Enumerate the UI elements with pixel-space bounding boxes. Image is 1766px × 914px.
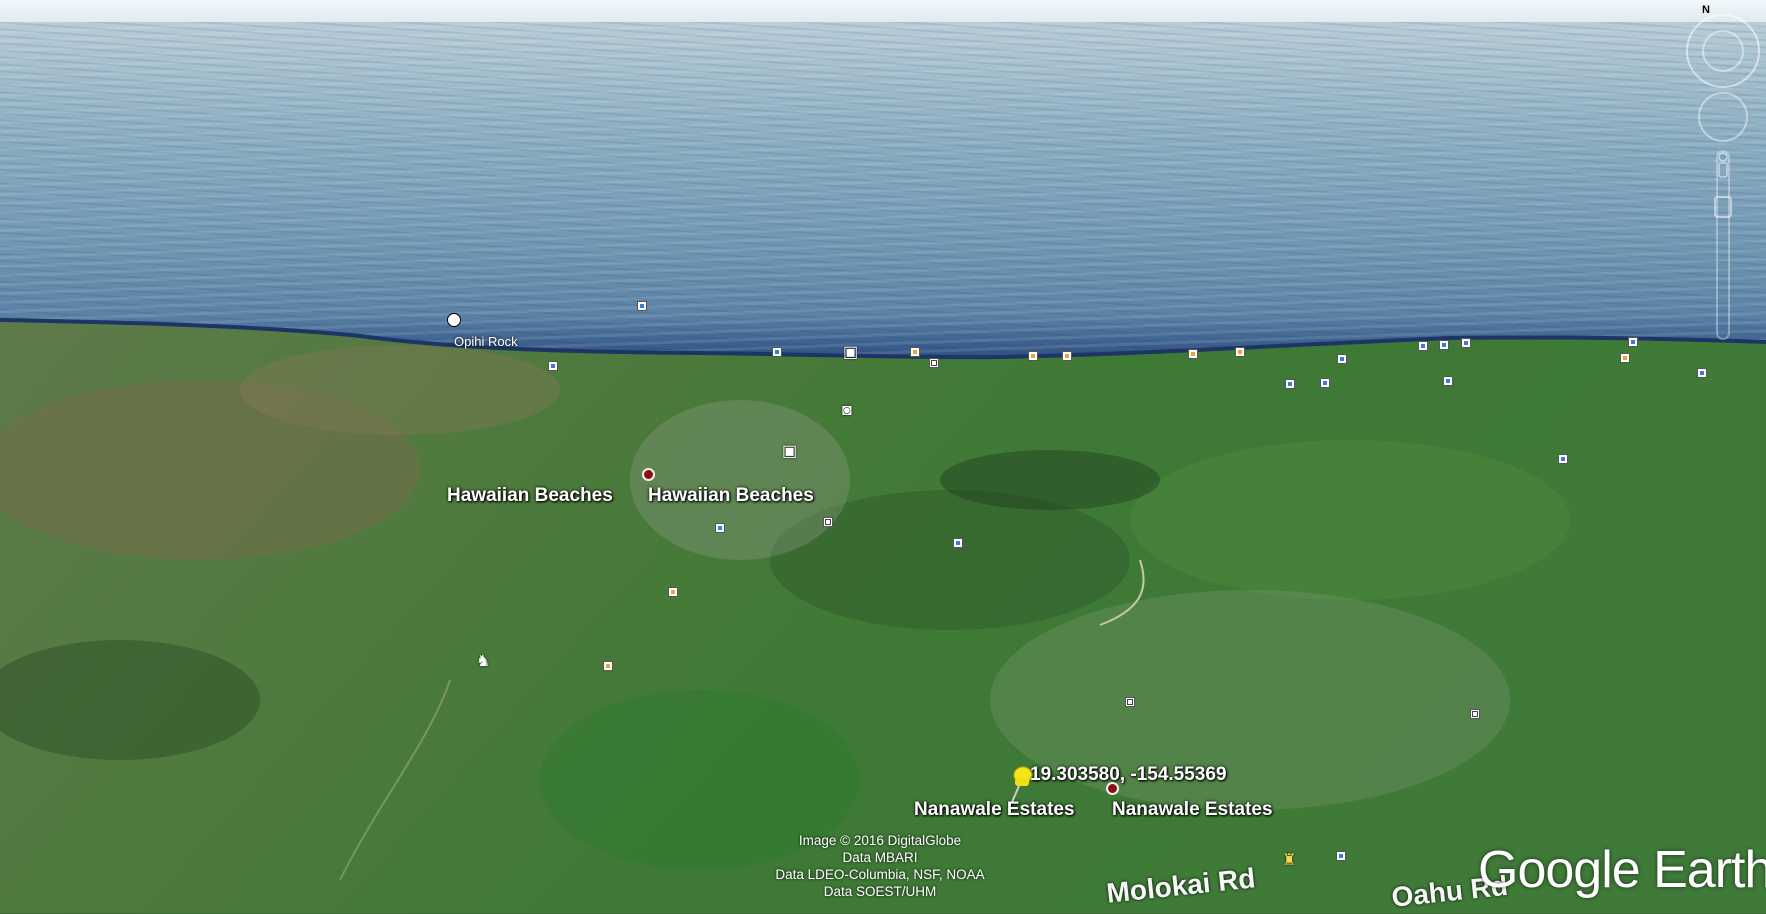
lava-field: [240, 345, 560, 435]
google-earth-logo: Google Earth: [1478, 841, 1766, 899]
poi-icon[interactable]: [929, 358, 939, 368]
zoom-slider-handle[interactable]: [1714, 196, 1732, 218]
north-indicator[interactable]: N: [1702, 4, 1710, 16]
landmark-icon[interactable]: [447, 313, 461, 327]
poi-icon[interactable]: [1697, 368, 1707, 378]
poi-icon[interactable]: [1470, 709, 1480, 719]
poi-icon[interactable]: [548, 361, 558, 371]
imagery-attribution: Image © 2016 DigitalGlobe Data MBARI Dat…: [760, 832, 1000, 900]
street-view-pegman-icon[interactable]: [1716, 152, 1730, 186]
beach-icon[interactable]: [1235, 347, 1245, 357]
nanawale-estates-label[interactable]: Nanawale Estates: [914, 799, 1075, 821]
poi-icon[interactable]: [772, 347, 782, 357]
attribution-line: Image © 2016 DigitalGlobe: [798, 833, 962, 848]
look-joystick-icon[interactable]: [1698, 92, 1748, 142]
camera-icon[interactable]: ◙: [842, 403, 852, 419]
terrain[interactable]: [0, 0, 1766, 913]
poi-icon[interactable]: [1337, 354, 1347, 364]
attribution-line: Data MBARI: [842, 850, 918, 865]
poi-icon[interactable]: [715, 523, 725, 533]
cloud-shadow: [940, 450, 1160, 510]
poi-icon[interactable]: [1628, 337, 1638, 347]
opihi-rock-label[interactable]: Opihi Rock: [454, 334, 518, 349]
poi-icon[interactable]: [1336, 851, 1346, 861]
poi-icon[interactable]: [1558, 454, 1568, 464]
photo-icon[interactable]: ▣: [782, 444, 797, 460]
beach-icon[interactable]: [1028, 351, 1038, 361]
poi-icon[interactable]: [1285, 379, 1295, 389]
compass-inner-ring[interactable]: [1702, 30, 1744, 72]
beach-icon[interactable]: [1620, 353, 1630, 363]
hiking-icon[interactable]: ♞: [476, 654, 490, 670]
compass-ring-icon[interactable]: [1686, 14, 1760, 88]
poi-icon[interactable]: [1439, 340, 1449, 350]
poi-icon[interactable]: [823, 517, 833, 527]
town-area: [630, 400, 850, 560]
hawaiian-beaches-label[interactable]: Hawaiian Beaches: [648, 485, 814, 507]
beach-icon[interactable]: [1062, 351, 1072, 361]
poi-icon[interactable]: [637, 301, 647, 311]
poi-icon[interactable]: [1461, 338, 1471, 348]
poi-icon[interactable]: [1320, 378, 1330, 388]
lodging-icon[interactable]: ▣: [843, 345, 858, 361]
attribution-line: Data SOEST/UHM: [823, 884, 937, 899]
pin-coordinates-label[interactable]: 19.303580, -154.55369: [1030, 764, 1227, 786]
poi-icon[interactable]: [1125, 697, 1135, 707]
hawaiian-beaches-dot-icon[interactable]: [642, 468, 655, 481]
attribution-line: Data LDEO-Columbia, NSF, NOAA: [775, 867, 985, 882]
beach-icon[interactable]: [668, 587, 678, 597]
hawaiian-beaches-label[interactable]: Hawaiian Beaches: [447, 485, 613, 507]
poi-icon[interactable]: [1418, 341, 1428, 351]
beach-icon[interactable]: [603, 661, 613, 671]
nanawale-estates-label[interactable]: Nanawale Estates: [1112, 799, 1273, 821]
worship-icon[interactable]: ♜: [1282, 853, 1296, 869]
beach-icon[interactable]: [910, 347, 920, 357]
poi-icon[interactable]: [953, 538, 963, 548]
field-patch: [1130, 440, 1570, 600]
poi-icon[interactable]: [1443, 376, 1453, 386]
beach-icon[interactable]: [1188, 349, 1198, 359]
